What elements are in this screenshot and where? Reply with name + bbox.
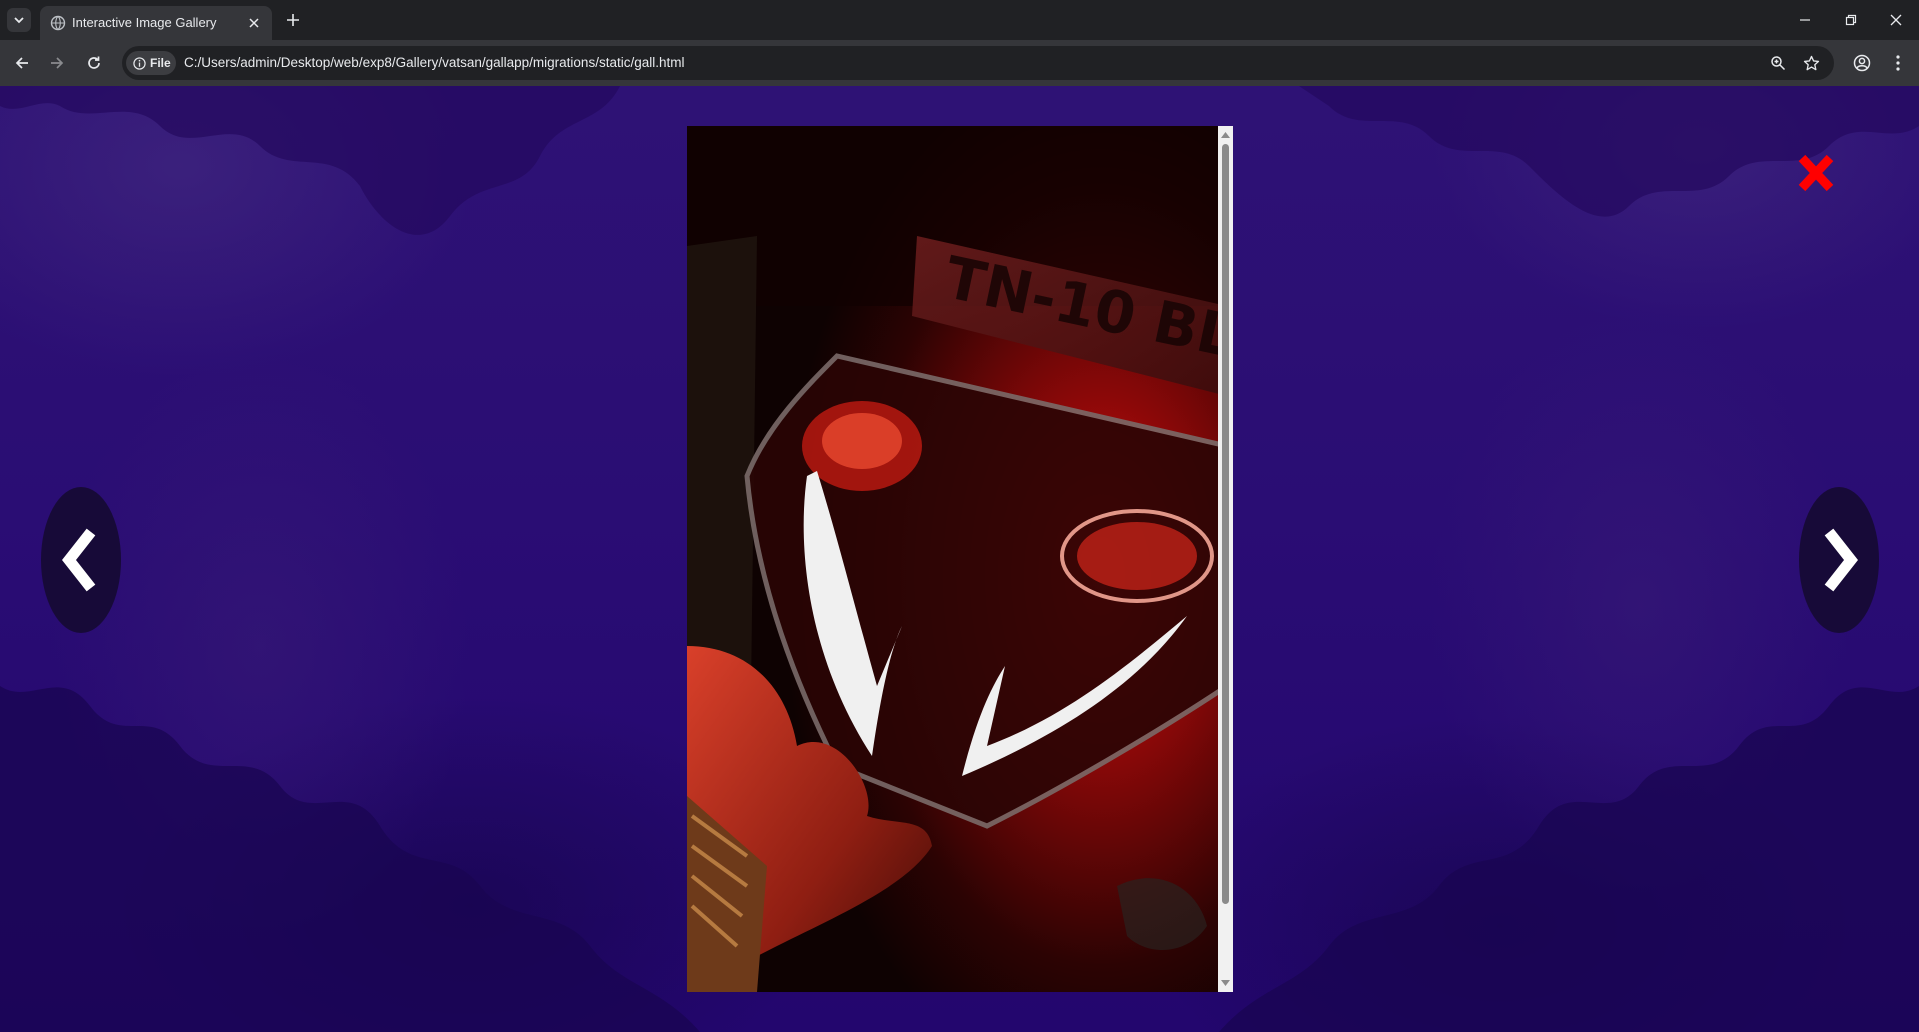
triangle-up-icon <box>1221 132 1230 138</box>
forward-button[interactable] <box>45 51 69 75</box>
close-icon <box>249 18 259 28</box>
url-text[interactable]: C:/Users/admin/Desktop/web/exp8/Gallery/… <box>184 55 684 71</box>
scroll-thumb[interactable] <box>1222 144 1229 904</box>
star-icon <box>1803 55 1819 70</box>
profile-icon <box>1853 54 1871 72</box>
back-button[interactable] <box>10 51 34 75</box>
tab-search-button[interactable] <box>7 8 31 32</box>
chevron-right-icon <box>1824 528 1858 592</box>
reload-icon <box>88 56 100 69</box>
minimize-icon <box>1800 19 1810 21</box>
close-gallery-button[interactable] <box>1796 152 1836 194</box>
address-bar[interactable]: File C:/Users/admin/Desktop/web/exp8/Gal… <box>122 46 1834 80</box>
minimize-button[interactable] <box>1782 0 1828 40</box>
browser-tab-strip: Interactive Image Gallery <box>0 0 1919 40</box>
gallery-page: TN-10 BL-97 <box>0 86 1919 1032</box>
chevron-down-icon <box>14 17 24 24</box>
browser-tab-active[interactable]: Interactive Image Gallery <box>40 6 272 40</box>
scroll-down-arrow[interactable] <box>1218 976 1233 990</box>
zoom-button[interactable] <box>1768 53 1788 73</box>
tab-title: Interactive Image Gallery <box>72 15 217 30</box>
close-icon <box>1890 14 1902 26</box>
restore-icon <box>1845 14 1857 26</box>
chevron-left-icon <box>62 528 96 592</box>
plus-icon <box>287 14 299 26</box>
zoom-icon <box>1771 56 1786 71</box>
gallery-image: TN-10 BL-97 <box>687 126 1218 992</box>
viewer-scrollbar[interactable] <box>1218 126 1233 992</box>
bookmark-button[interactable] <box>1801 53 1821 73</box>
image-viewer: TN-10 BL-97 <box>687 126 1233 992</box>
reload-button[interactable] <box>82 51 106 75</box>
forward-arrow-icon <box>51 57 64 69</box>
scroll-up-arrow[interactable] <box>1218 128 1233 142</box>
site-info-chip[interactable]: File <box>126 51 176 75</box>
globe-icon <box>50 15 66 31</box>
more-vert-icon <box>1896 55 1900 71</box>
new-tab-button[interactable] <box>282 9 304 31</box>
site-chip-label: File <box>150 56 171 70</box>
tab-close-button[interactable] <box>245 14 263 32</box>
next-image-button[interactable] <box>1799 487 1879 633</box>
close-icon <box>1798 154 1834 192</box>
previous-image-button[interactable] <box>41 487 121 633</box>
motorcycle-headlight-photo: TN-10 BL-97 <box>687 126 1218 992</box>
browser-toolbar: File C:/Users/admin/Desktop/web/exp8/Gal… <box>0 40 1919 86</box>
close-window-button[interactable] <box>1873 0 1919 40</box>
triangle-down-icon <box>1221 980 1230 986</box>
profile-button[interactable] <box>1850 51 1874 75</box>
restore-button[interactable] <box>1828 0 1874 40</box>
info-icon <box>133 56 146 70</box>
browser-menu-button[interactable] <box>1886 51 1910 75</box>
back-arrow-icon <box>15 57 28 69</box>
